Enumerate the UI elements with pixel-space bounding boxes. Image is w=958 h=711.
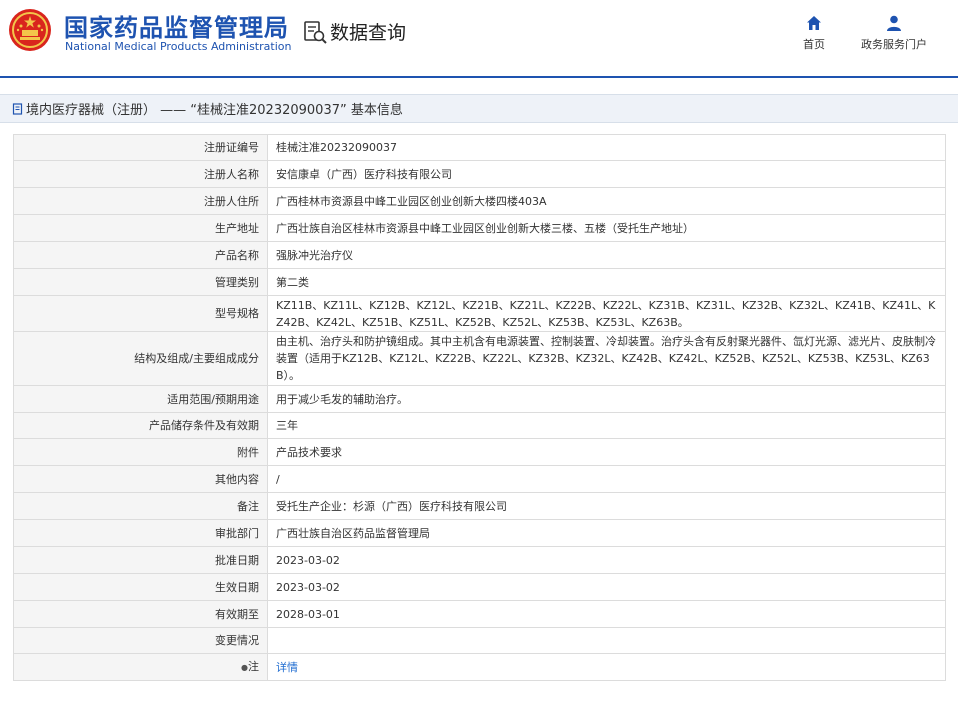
table-row: 结构及组成/主要组成成分 由主机、治疗头和防护镜组成。其中主机含有电源装置、控制装…	[13, 331, 946, 386]
row-value: /	[267, 465, 946, 493]
home-icon	[807, 16, 821, 30]
breadcrumb-text: 境内医疗器械（注册） —— “桂械注准20232090037” 基本信息	[26, 103, 403, 118]
row-value: KZ11B、KZ11L、KZ12B、KZ12L、KZ21B、KZ21L、KZ22…	[267, 295, 946, 332]
row-value	[267, 627, 946, 654]
row-label: 产品储存条件及有效期	[13, 412, 268, 439]
row-value: 第二类	[267, 268, 946, 296]
row-label: 有效期至	[13, 600, 268, 628]
note-value-cell: 详情	[267, 653, 946, 681]
table-row: 适用范围/预期用途 用于减少毛发的辅助治疗。	[13, 385, 946, 413]
user-icon	[887, 15, 901, 31]
row-value: 广西壮族自治区药品监督管理局	[267, 519, 946, 547]
table-row: 注册人名称 安信康卓（广西）医疗科技有限公司	[13, 160, 946, 188]
row-label: 注册人名称	[13, 160, 268, 188]
table-row: 其他内容 /	[13, 465, 946, 493]
table-row: 变更情况	[13, 627, 946, 654]
row-label: 注册证编号	[13, 134, 268, 161]
table-row: 有效期至 2028-03-01	[13, 600, 946, 628]
site-header: 国家药品监督管理局 National Medical Products Admi…	[0, 0, 958, 76]
row-value: 三年	[267, 412, 946, 439]
table-row: 备注 受托生产企业：杉源（广西）医疗科技有限公司	[13, 492, 946, 520]
table-row: 附件 产品技术要求	[13, 438, 946, 466]
table-row: 产品名称 强脉冲光治疗仪	[13, 241, 946, 269]
row-value: 桂械注准20232090037	[267, 134, 946, 161]
nav-portal-label: 政务服务门户	[861, 38, 927, 51]
row-label: 审批部门	[13, 519, 268, 547]
row-label: 结构及组成/主要组成成分	[13, 331, 268, 386]
table-row: 注册人住所 广西桂林市资源县中峰工业园区创业创新大楼四楼403A	[13, 187, 946, 215]
nav-home-label: 首页	[803, 38, 825, 51]
row-value: 2028-03-01	[267, 600, 946, 628]
row-label: 批准日期	[13, 546, 268, 574]
row-label: 产品名称	[13, 241, 268, 269]
header-divider	[0, 76, 958, 78]
table-row: 管理类别 第二类	[13, 268, 946, 296]
row-label: 管理类别	[13, 268, 268, 296]
national-emblem-logo[interactable]	[8, 8, 52, 52]
row-label: 变更情况	[13, 627, 268, 654]
breadcrumb: 境内医疗器械（注册） —— “桂械注准20232090037” 基本信息	[0, 94, 958, 123]
table-row: 审批部门 广西壮族自治区药品监督管理局	[13, 519, 946, 547]
row-value: 2023-03-02	[267, 546, 946, 574]
row-label: 备注	[13, 492, 268, 520]
row-value: 由主机、治疗头和防护镜组成。其中主机含有电源装置、控制装置、冷却装置。治疗头含有…	[267, 331, 946, 386]
row-label: 附件	[13, 438, 268, 466]
details-link[interactable]: 详情	[276, 661, 298, 674]
row-label: 注册人住所	[13, 187, 268, 215]
row-value: 强脉冲光治疗仪	[267, 241, 946, 269]
data-query-icon	[304, 20, 327, 44]
row-label: 适用范围/预期用途	[13, 385, 268, 413]
table-row: 型号规格 KZ11B、KZ11L、KZ12B、KZ12L、KZ21B、KZ21L、…	[13, 295, 946, 332]
row-label: 生效日期	[13, 573, 268, 601]
row-label: 型号规格	[13, 295, 268, 332]
document-icon	[12, 102, 23, 115]
data-query-link[interactable]: 数据查询	[302, 18, 406, 45]
row-value: 用于减少毛发的辅助治疗。	[267, 385, 946, 413]
table-row: 批准日期 2023-03-02	[13, 546, 946, 574]
nav-home[interactable]: 首页	[800, 14, 828, 52]
registration-detail-table: 注册证编号 桂械注准20232090037 注册人名称 安信康卓（广西）医疗科技有限公…	[13, 134, 946, 681]
table-row: 生产地址 广西壮族自治区桂林市资源县中峰工业园区创业创新大楼三楼、五楼（受托生产地…	[13, 214, 946, 242]
table-row: 生效日期 2023-03-02	[13, 573, 946, 601]
row-label: 生产地址	[13, 214, 268, 242]
table-row: 产品储存条件及有效期 三年	[13, 412, 946, 439]
site-title-cn: 国家药品监督管理局	[64, 14, 289, 42]
row-value: 广西桂林市资源县中峰工业园区创业创新大楼四楼403A	[267, 187, 946, 215]
row-value: 2023-03-02	[267, 573, 946, 601]
note-label: 注	[248, 660, 259, 673]
row-value: 广西壮族自治区桂林市资源县中峰工业园区创业创新大楼三楼、五楼（受托生产地址）	[267, 214, 946, 242]
row-label: 其他内容	[13, 465, 268, 493]
row-value: 受托生产企业：杉源（广西）医疗科技有限公司	[267, 492, 946, 520]
pin-icon: ●	[241, 663, 248, 672]
note-label-cell: ●注	[13, 653, 268, 681]
row-value: 产品技术要求	[267, 438, 946, 466]
table-row: 注册证编号 桂械注准20232090037	[13, 134, 946, 161]
data-query-label: 数据查询	[330, 22, 407, 44]
site-title-en: National Medical Products Administration	[65, 40, 292, 53]
table-row-note: ●注 详情	[13, 653, 946, 681]
row-value: 安信康卓（广西）医疗科技有限公司	[267, 160, 946, 188]
nav-service-portal[interactable]: 政务服务门户	[858, 14, 930, 52]
